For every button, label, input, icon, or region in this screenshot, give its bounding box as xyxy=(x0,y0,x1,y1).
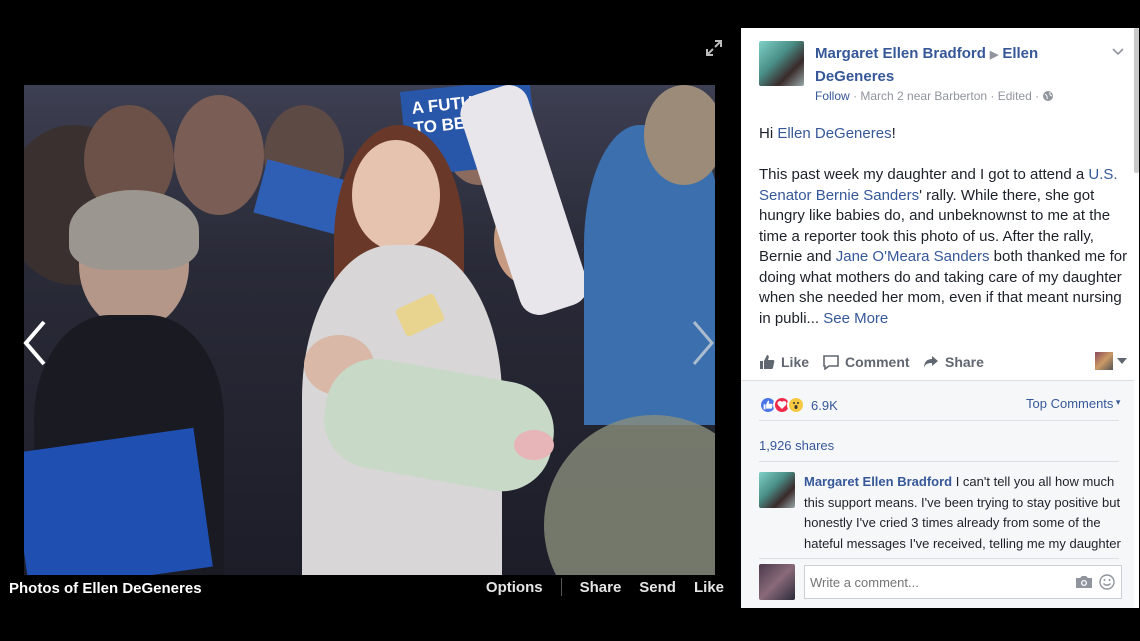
comment-icon xyxy=(823,355,839,370)
divider xyxy=(759,558,1119,559)
post-action-row: Like Comment Share xyxy=(741,352,1134,376)
share-button[interactable]: Share xyxy=(580,579,622,596)
expand-icon[interactable] xyxy=(706,40,726,60)
arrow-right-icon: ▶ xyxy=(989,49,999,61)
chevron-left-icon[interactable] xyxy=(20,318,50,368)
chevron-down-icon[interactable] xyxy=(1111,44,1125,56)
reaction-count: 6.9K xyxy=(811,397,838,413)
options-button[interactable]: Options xyxy=(486,579,543,596)
post-date: · March 2 near Barberton · Edited · xyxy=(853,89,1040,103)
photo-viewer: A FUTURE TO BELIEVE Photos of Ellen DeGe… xyxy=(0,28,740,608)
author-link[interactable]: Margaret Ellen Bradford xyxy=(815,45,986,62)
rally-photo: A FUTURE TO BELIEVE xyxy=(24,85,715,575)
divider xyxy=(759,461,1119,462)
post-comment-button[interactable]: Comment xyxy=(823,354,910,370)
wow-reaction-icon xyxy=(787,396,805,414)
caret-down-icon[interactable] xyxy=(1117,358,1127,364)
avatar xyxy=(759,564,795,600)
comment-item: Margaret Ellen Bradford I can't tell you… xyxy=(759,472,1134,557)
post-panel: Margaret Ellen Bradford ▶ Ellen DeGeneres … xyxy=(741,28,1139,608)
album-title[interactable]: Photos of Ellen DeGeneres xyxy=(9,580,202,597)
caret-down-icon: ▾ xyxy=(1113,397,1121,407)
shares-count[interactable]: 1,926 shares xyxy=(759,438,834,453)
divider xyxy=(759,420,1119,421)
viewer-toolbar: Photos of Ellen DeGeneres Options Share … xyxy=(0,568,740,608)
mention-link[interactable]: Ellen DeGeneres xyxy=(777,125,891,142)
like-icon xyxy=(760,355,775,369)
see-more-link[interactable]: See More xyxy=(823,310,888,327)
post-greeting: Hi Ellen DeGeneres! xyxy=(759,125,896,142)
share-icon xyxy=(924,356,938,368)
like-button[interactable]: Like xyxy=(694,579,724,596)
camera-icon[interactable] xyxy=(1075,575,1093,594)
post-author-line: Margaret Ellen Bradford ▶ Ellen DeGeneres xyxy=(815,43,1105,87)
divider xyxy=(741,380,1134,381)
mention-link[interactable]: Jane O'Meara Sanders xyxy=(836,248,990,265)
post-meta: Follow · March 2 near Barberton · Edited… xyxy=(815,89,1054,105)
comment-author-link[interactable]: Margaret Ellen Bradford xyxy=(804,474,952,489)
follow-link[interactable]: Follow xyxy=(815,89,850,103)
send-button[interactable]: Send xyxy=(639,579,676,596)
viewer-actions: Options Share Send Like xyxy=(468,578,724,596)
divider xyxy=(560,578,562,596)
post-paragraph: This past week my daughter and I got to … xyxy=(759,166,1128,327)
avatar[interactable] xyxy=(759,41,804,86)
post-share-button[interactable]: Share xyxy=(923,354,984,370)
post-body: Hi Ellen DeGeneres! This past week my da… xyxy=(759,124,1135,350)
globe-icon xyxy=(1042,90,1054,105)
top-comments-dropdown[interactable]: Top Comments ▾ xyxy=(1026,396,1120,411)
comment-text: Margaret Ellen Bradford I can't tell you… xyxy=(804,474,1121,557)
post-header: Margaret Ellen Bradford ▶ Ellen DeGeneres … xyxy=(741,28,1139,118)
share-as-avatar[interactable] xyxy=(1095,352,1113,370)
avatar[interactable] xyxy=(759,472,795,508)
comment-composer xyxy=(759,561,1134,601)
smiley-icon[interactable] xyxy=(1099,574,1115,595)
reactions-summary[interactable]: 6.9K xyxy=(759,396,838,414)
chevron-right-icon[interactable] xyxy=(688,318,718,368)
post-like-button[interactable]: Like xyxy=(759,354,809,370)
